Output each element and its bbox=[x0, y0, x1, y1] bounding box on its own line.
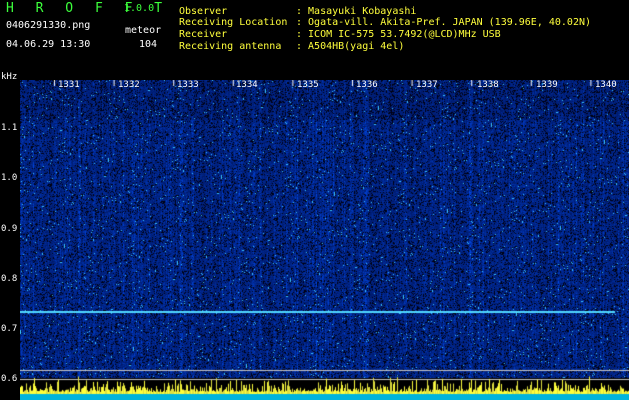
time-tick-label: 1334 bbox=[236, 80, 258, 90]
y-axis-unit: kHz bbox=[1, 72, 18, 82]
observer-value: : Masayuki Kobayashi bbox=[296, 6, 417, 17]
antenna-value: : A504HB(yagi 4el) bbox=[296, 41, 405, 52]
filename-label: 0406291330.png bbox=[6, 20, 91, 31]
y-tick-label: 0.6 bbox=[1, 374, 18, 384]
mode-label: meteor bbox=[125, 25, 162, 36]
y-tick-label: 0.9 bbox=[1, 224, 18, 234]
observer-label: Observer bbox=[179, 6, 228, 17]
spectrogram bbox=[20, 80, 629, 400]
y-tick-label: 0.7 bbox=[1, 324, 18, 334]
location-label: Receiving Location bbox=[179, 17, 288, 28]
time-tick-label: 1338 bbox=[477, 80, 499, 90]
location-value: : Ogata-vill. Akita-Pref. JAPAN (139.96E… bbox=[296, 17, 592, 28]
y-tick-label: 1.0 bbox=[1, 173, 18, 183]
version-label: 1.0.0 bbox=[124, 3, 155, 14]
time-tick-label: 1333 bbox=[177, 80, 199, 90]
meteor-count: 104 bbox=[139, 39, 158, 50]
time-tick-label: 1331 bbox=[58, 80, 80, 90]
y-tick-label: 0.8 bbox=[1, 274, 18, 284]
datetime-label: 04.06.29 13:30 bbox=[6, 39, 91, 50]
time-tick-label: 1337 bbox=[416, 80, 438, 90]
antenna-label: Receiving antenna bbox=[179, 41, 282, 52]
receiver-value: : ICOM IC-575 53.7492(@LCD)MHz USB bbox=[296, 29, 501, 40]
time-tick-label: 1339 bbox=[536, 80, 558, 90]
time-tick-label: 1340 bbox=[595, 80, 617, 90]
time-tick-label: 1332 bbox=[118, 80, 140, 90]
receiver-label: Receiver bbox=[179, 29, 228, 40]
time-tick-label: 1336 bbox=[356, 80, 378, 90]
time-tick-label: 1335 bbox=[297, 80, 319, 90]
hroft-window: H R O F F T 1.0.0 0406291330.png meteor … bbox=[0, 0, 629, 400]
y-tick-label: 1.1 bbox=[1, 123, 18, 133]
